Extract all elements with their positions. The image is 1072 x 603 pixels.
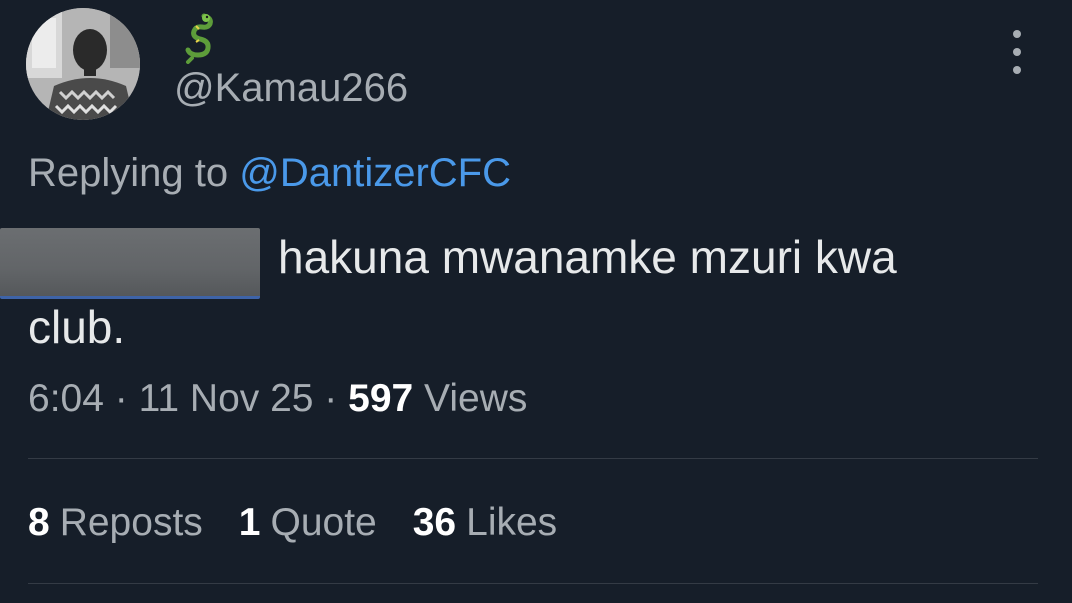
- meta-separator: ·: [313, 377, 349, 420]
- tweet-stats: 8 Reposts 1 Quote 36 Likes: [28, 500, 557, 546]
- tweet-meta: 6:04 · 11 Nov 25 · 597 Views: [28, 376, 527, 422]
- reposts-count: 8: [28, 501, 50, 544]
- quotes-stat[interactable]: 1 Quote: [239, 500, 377, 546]
- profile-photo: [26, 8, 140, 120]
- divider: [28, 583, 1038, 584]
- quotes-label: Quote: [270, 501, 377, 544]
- avatar[interactable]: [26, 8, 140, 120]
- reply-mention-link[interactable]: @DantizerCFC: [239, 151, 511, 195]
- likes-stat[interactable]: 36 Likes: [413, 500, 557, 546]
- tweet-date[interactable]: 11 Nov 25: [139, 377, 314, 420]
- author-handle[interactable]: @Kamau266: [174, 66, 408, 110]
- views-label: Views: [413, 377, 528, 420]
- reposts-stat[interactable]: 8 Reposts: [28, 500, 203, 546]
- tweet-text-line2: club.: [28, 301, 126, 353]
- divider: [28, 458, 1038, 459]
- views-count: 597: [348, 377, 414, 420]
- meta-separator: ·: [103, 377, 139, 420]
- more-vertical-icon[interactable]: [1004, 30, 1030, 74]
- likes-count: 36: [412, 501, 457, 544]
- tweet-time[interactable]: 6:04: [28, 377, 104, 420]
- tweet-text-line1: hakuna mwanamke mzuri kwa: [278, 231, 897, 283]
- replying-to: Replying to @DantizerCFC: [28, 150, 511, 196]
- redacted-text-block: [0, 228, 260, 299]
- likes-label: Likes: [466, 501, 558, 544]
- reposts-label: Reposts: [59, 501, 203, 544]
- quotes-count: 1: [238, 501, 261, 544]
- replying-to-label: Replying to: [28, 151, 240, 195]
- dragon-emoji-icon[interactable]: [184, 12, 216, 64]
